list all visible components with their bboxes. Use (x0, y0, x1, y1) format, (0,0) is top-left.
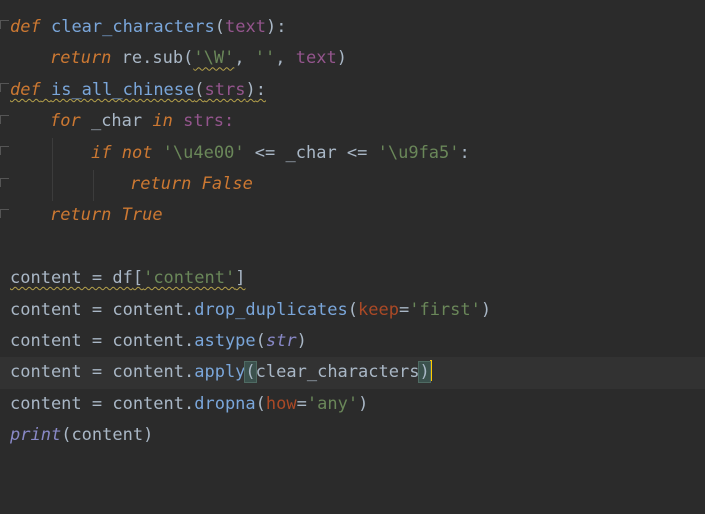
paren: ( (183, 48, 194, 69)
paren: ) (480, 299, 492, 320)
string-literal: 'content' (143, 268, 236, 289)
paren: ) (296, 331, 307, 351)
keyword: return (50, 205, 112, 226)
keyword: return (130, 174, 192, 194)
keyword: not (111, 142, 163, 163)
colon: : (459, 142, 470, 163)
equals: = (398, 299, 410, 320)
code-line-12[interactable]: content = content.apply(clear_characters… (0, 357, 705, 389)
method-call: astype (194, 331, 256, 351)
bracket: ] (235, 268, 246, 289)
paren: ( (255, 393, 266, 414)
comma: , (234, 48, 255, 69)
builtin-function: print (10, 425, 62, 446)
comma: , (275, 48, 296, 69)
iterable: strs: (172, 111, 235, 132)
bracket: [ (132, 268, 144, 289)
keyword: def (10, 17, 41, 37)
code-line-14[interactable]: print(content) (0, 420, 705, 451)
parameter: text (224, 17, 266, 37)
method-call: apply (194, 362, 246, 383)
keyword: in (152, 111, 173, 132)
function-name: is_all_chinese (50, 79, 195, 100)
assignment: content = content. (10, 299, 195, 320)
paren: ( (61, 425, 72, 446)
paren: ) (265, 17, 277, 37)
method-call: drop_duplicates (194, 299, 348, 320)
keyword: return (50, 48, 112, 69)
paren: ) (245, 79, 256, 100)
code-line-2[interactable]: return re.sub('\W', '', text) (0, 43, 705, 74)
paren: ) (143, 425, 154, 446)
colon: : (276, 17, 287, 37)
code-line-5[interactable]: if not '\u4e00' <= _char <= '\u9fa5': (0, 138, 705, 169)
code-editor[interactable]: def clear_characters(text): return re.su… (0, 0, 705, 466)
function-name: clear_characters (50, 17, 215, 37)
code-line-7[interactable]: return True (0, 200, 705, 231)
matched-paren: ) (418, 361, 431, 384)
variable: _char (80, 111, 153, 132)
code-line-9[interactable]: content = df['content'] (0, 263, 705, 294)
argument: clear_characters (255, 362, 420, 383)
assignment: content = content. (10, 393, 195, 414)
string-literal: '\W' (193, 48, 235, 69)
keyword: False (191, 174, 253, 194)
string-literal: '\u9fa5' (377, 142, 460, 163)
comparison: <= _char <= (244, 142, 378, 163)
string-literal: 'any' (306, 393, 359, 414)
assignment: content = content. (10, 331, 195, 351)
colon: : (255, 79, 266, 100)
paren: ( (214, 17, 225, 37)
keyword-argument: how (265, 393, 297, 414)
argument: content (71, 425, 144, 446)
text-caret (429, 360, 432, 382)
code-line-6[interactable]: return False (0, 169, 705, 200)
keyword: def (10, 79, 41, 100)
argument: text (295, 48, 337, 69)
code-line-13[interactable]: content = content.dropna(how='any') (0, 389, 705, 420)
paren: ) (336, 48, 347, 69)
keyword: True (111, 205, 163, 226)
paren: ( (194, 79, 205, 100)
assignment: content = df (10, 268, 133, 289)
code-line-10[interactable]: content = content.drop_duplicates(keep='… (0, 295, 705, 326)
function-call: sub (152, 48, 184, 69)
module-ref: re. (121, 48, 153, 69)
matched-paren: ( (244, 361, 257, 384)
keyword: if (91, 142, 112, 163)
code-line-4[interactable]: for _char in strs: (0, 106, 705, 137)
paren: ( (347, 299, 359, 320)
code-line-11[interactable]: content = content.astype(str) (0, 326, 705, 357)
paren: ) (358, 393, 369, 414)
parameter: strs (204, 79, 246, 100)
string-literal: 'first' (409, 299, 481, 320)
keyword-argument: keep (358, 299, 399, 320)
assignment: content = content. (10, 362, 195, 383)
paren: ( (255, 331, 266, 351)
code-line-3[interactable]: def is_all_chinese(strs): (0, 75, 705, 106)
code-line-1[interactable]: def clear_characters(text): (0, 12, 705, 43)
builtin-type: str (265, 331, 297, 351)
method-call: dropna (194, 393, 256, 414)
string-literal: '\u4e00' (162, 142, 245, 163)
string-literal: '' (254, 48, 276, 69)
keyword: for (50, 111, 81, 132)
equals: = (296, 393, 307, 414)
